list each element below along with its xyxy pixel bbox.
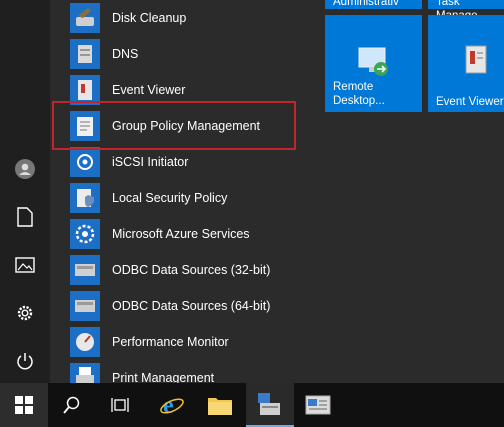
user-icon bbox=[15, 159, 35, 179]
app-label: Print Management bbox=[112, 371, 215, 383]
windows-logo-icon bbox=[15, 396, 33, 414]
app-label: ODBC Data Sources (64-bit) bbox=[112, 299, 271, 313]
task-view-button[interactable] bbox=[96, 383, 144, 427]
search-icon bbox=[63, 396, 80, 414]
search-button[interactable] bbox=[48, 383, 96, 427]
iscsi-icon bbox=[70, 147, 100, 177]
settings-button[interactable] bbox=[0, 293, 50, 333]
tile-task-manager[interactable]: Task Manage bbox=[428, 0, 504, 22]
system-info-button[interactable] bbox=[294, 383, 342, 427]
app-label: Performance Monitor bbox=[112, 335, 229, 349]
app-label: Event Viewer bbox=[112, 83, 186, 97]
list-item-odbc-64[interactable]: ODBC Data Sources (64-bit) bbox=[70, 289, 310, 323]
internet-explorer-icon: e bbox=[160, 393, 184, 418]
app-list: Disk Cleanup DNS Event Viewer Group Poli… bbox=[50, 0, 312, 383]
server-manager-button[interactable] bbox=[246, 383, 294, 427]
tile-administrative-tools[interactable]: Administrativ bbox=[325, 0, 422, 9]
list-item-odbc-32[interactable]: ODBC Data Sources (32-bit) bbox=[70, 253, 310, 287]
user-account-button[interactable] bbox=[0, 149, 50, 189]
list-item-print-management[interactable]: Print Management bbox=[70, 361, 310, 383]
documents-button[interactable] bbox=[0, 197, 50, 237]
app-label: Disk Cleanup bbox=[112, 11, 187, 25]
highlight-box bbox=[52, 101, 296, 150]
server-manager-icon bbox=[258, 393, 280, 415]
tile-remote-desktop[interactable]: Remote Desktop... bbox=[325, 15, 422, 112]
app-label: DNS bbox=[112, 47, 139, 61]
list-item-microsoft-azure-services[interactable]: Microsoft Azure Services bbox=[70, 217, 310, 251]
printer-icon bbox=[70, 363, 100, 383]
performance-monitor-icon bbox=[70, 327, 100, 357]
gear-icon bbox=[17, 305, 33, 321]
folder-icon bbox=[208, 398, 232, 415]
odbc-icon bbox=[70, 255, 100, 285]
app-label: Microsoft Azure Services bbox=[112, 227, 250, 241]
task-view-icon bbox=[111, 398, 129, 412]
list-item-local-security-policy[interactable]: Local Security Policy bbox=[70, 181, 310, 215]
tile-label: Remote Desktop... bbox=[333, 81, 385, 107]
document-icon bbox=[17, 207, 33, 227]
pictures-icon bbox=[15, 257, 35, 273]
event-viewer-icon bbox=[465, 45, 487, 74]
azure-icon bbox=[70, 219, 100, 249]
list-item-dns[interactable]: DNS bbox=[70, 37, 310, 71]
app-label: Local Security Policy bbox=[112, 191, 228, 205]
pictures-button[interactable] bbox=[0, 245, 50, 285]
list-item-performance-monitor[interactable]: Performance Monitor bbox=[70, 325, 310, 359]
list-item-disk-cleanup[interactable]: Disk Cleanup bbox=[70, 1, 310, 35]
app-label: iSCSI Initiator bbox=[112, 155, 189, 169]
odbc-icon bbox=[70, 291, 100, 321]
power-button[interactable] bbox=[0, 341, 50, 381]
file-explorer-button[interactable] bbox=[196, 383, 244, 427]
start-menu-rail bbox=[0, 0, 50, 383]
security-policy-icon bbox=[70, 183, 100, 213]
disk-cleanup-icon bbox=[70, 3, 100, 33]
tile-label: Event Viewer bbox=[436, 96, 504, 108]
app-label: ODBC Data Sources (32-bit) bbox=[112, 263, 271, 277]
tile-label: Administrativ bbox=[333, 0, 399, 8]
system-info-icon bbox=[305, 395, 331, 415]
remote-desktop-icon bbox=[358, 47, 388, 76]
tile-event-viewer[interactable]: Event Viewer bbox=[428, 15, 504, 112]
taskbar: e bbox=[0, 383, 504, 427]
internet-explorer-button[interactable]: e bbox=[148, 383, 196, 427]
dns-icon bbox=[70, 39, 100, 69]
start-button[interactable] bbox=[0, 383, 48, 427]
list-item-iscsi-initiator[interactable]: iSCSI Initiator bbox=[70, 145, 310, 179]
power-icon bbox=[17, 353, 33, 370]
